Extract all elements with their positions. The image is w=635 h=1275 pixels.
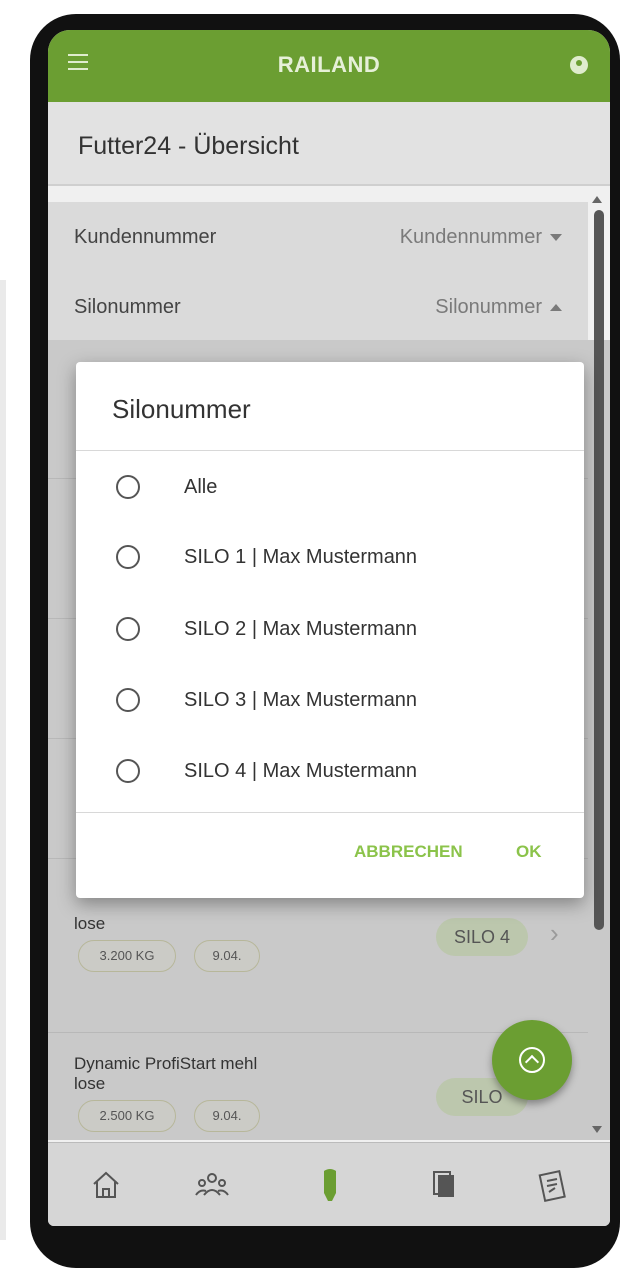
silonummer-dialog: Silonummer Alle SILO 1 | Max Mustermann … [76, 362, 584, 898]
option-label: SILO 4 | Max Mustermann [184, 760, 418, 782]
page-title: Futter24 - Übersicht [78, 132, 299, 160]
amount-chip: 2.500 KG [78, 1100, 176, 1132]
filter-label: Kundennummer [74, 226, 217, 248]
option-label: Alle [184, 476, 218, 498]
filter-silonummer[interactable]: Silonummer Silonummer [48, 272, 588, 344]
filter-value: Silonummer [435, 296, 542, 318]
page-header: Futter24 - Übersicht [48, 102, 610, 186]
dialog-title: Silonummer [112, 394, 251, 424]
product-name-line2: lose [74, 1074, 106, 1093]
invoice-icon[interactable] [534, 1167, 570, 1203]
option-label: SILO 3 | Max Mustermann [184, 689, 418, 711]
chevron-right-icon[interactable]: › [550, 918, 559, 949]
caret-down-icon [550, 234, 562, 242]
product-name-line1: Dynamic ProfiStart mehl [74, 1054, 258, 1073]
filter-select-silonummer[interactable]: Silonummer [435, 296, 562, 319]
radio-button[interactable] [116, 688, 140, 712]
scroll-up-arrow-icon[interactable] [592, 196, 602, 203]
cancel-button[interactable]: ABBRECHEN [354, 842, 463, 862]
filter-kundennummer[interactable]: Kundennummer Kundennummer [48, 202, 588, 273]
radio-button[interactable] [116, 759, 140, 783]
option-alle[interactable]: Alle [76, 454, 584, 524]
product-name-line2: lose [74, 914, 106, 933]
option-silo-2[interactable]: SILO 2 | Max Mustermann [76, 596, 584, 666]
radio-button[interactable] [116, 617, 140, 641]
app-bar: RAILAND [48, 30, 610, 102]
bottom-navigation [48, 1142, 610, 1226]
silo-icon[interactable] [312, 1167, 348, 1203]
chevron-up-icon [519, 1047, 545, 1073]
option-silo-4[interactable]: SILO 4 | Max Mustermann [76, 738, 584, 808]
divider [76, 450, 584, 451]
account-icon[interactable] [570, 56, 588, 74]
scroll-to-top-button[interactable] [492, 1020, 572, 1100]
amount-chip: 3.200 KG [78, 940, 176, 972]
home-icon[interactable] [88, 1167, 124, 1203]
device-frame: RAILAND Futter24 - Übersicht Kundennumme… [0, 0, 635, 1275]
ok-button[interactable]: OK [516, 842, 542, 862]
date-chip: 9.04. [194, 940, 260, 972]
silo-badge: SILO 4 [436, 918, 528, 956]
app-title: RAILAND [277, 52, 381, 77]
date-chip: 9.04. [194, 1100, 260, 1132]
scrollbar-thumb[interactable] [594, 210, 604, 930]
filter-select-kundennummer[interactable]: Kundennummer [400, 226, 562, 249]
filter-value: Kundennummer [399, 226, 542, 248]
divider [76, 812, 584, 813]
caret-up-icon [550, 304, 562, 312]
radio-button[interactable] [116, 475, 140, 499]
option-silo-3[interactable]: SILO 3 | Max Mustermann [76, 667, 584, 737]
users-icon[interactable] [194, 1167, 230, 1203]
option-label: SILO 1 | Max Mustermann [184, 546, 418, 568]
scroll-down-arrow-icon[interactable] [592, 1126, 602, 1133]
background-edge [0, 280, 6, 1240]
radio-button[interactable] [116, 545, 140, 569]
option-silo-1[interactable]: SILO 1 | Max Mustermann [76, 524, 584, 594]
filter-label: Silonummer [74, 296, 181, 318]
documents-icon[interactable] [426, 1167, 462, 1203]
option-label: SILO 2 | Max Mustermann [184, 618, 418, 640]
